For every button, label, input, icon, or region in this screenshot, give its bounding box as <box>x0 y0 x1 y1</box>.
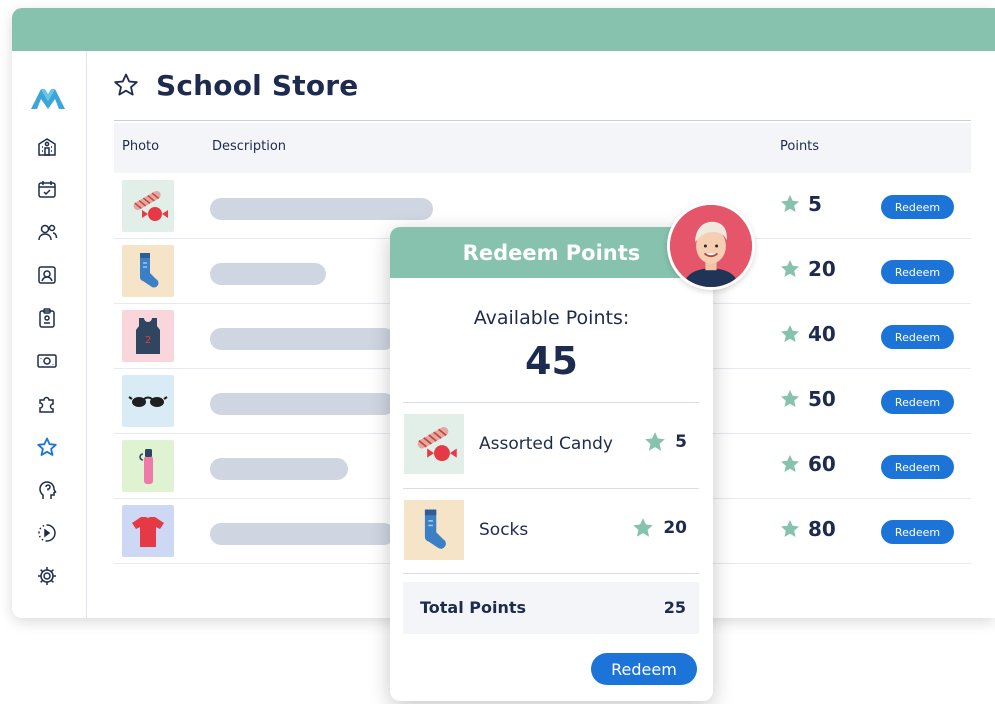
mountain-logo[interactable] <box>30 85 66 111</box>
redeem-button[interactable]: Redeem <box>881 260 954 284</box>
avatar <box>667 202 755 290</box>
progress-icon[interactable] <box>36 522 58 544</box>
star-icon <box>645 432 665 451</box>
sidebar <box>12 51 87 618</box>
gear-icon[interactable] <box>36 565 58 587</box>
star-icon <box>114 73 138 96</box>
users-icon[interactable] <box>36 221 58 243</box>
head-icon[interactable] <box>36 479 58 501</box>
top-bar <box>12 8 995 51</box>
star-icon <box>781 260 799 277</box>
description-placeholder <box>210 523 395 545</box>
candy-photo <box>404 414 464 474</box>
jersey-photo: 2 <box>122 310 174 362</box>
redeem-button[interactable]: Redeem <box>881 325 954 349</box>
item-name: Assorted Candy <box>479 434 613 454</box>
available-points-value: 45 <box>525 339 578 383</box>
modal-title: Redeem Points <box>390 227 713 278</box>
redeem-button[interactable]: Redeem <box>881 195 954 219</box>
calendar-check-icon[interactable] <box>36 178 58 200</box>
item-points: 60 <box>779 452 836 476</box>
item-points: 50 <box>779 387 836 411</box>
star-icon <box>781 390 799 407</box>
description-placeholder <box>210 393 395 415</box>
item-name: Socks <box>479 520 529 540</box>
redeem-button[interactable]: Redeem <box>881 520 954 544</box>
redeem-button[interactable]: Redeem <box>881 390 954 414</box>
id-card-icon[interactable] <box>36 264 58 286</box>
total-points-row: Total Points 25 <box>403 582 699 634</box>
description-placeholder <box>210 458 348 480</box>
table-header: Photo Description Points <box>114 123 971 173</box>
star-icon <box>781 455 799 472</box>
redeem-points-modal: Redeem Points Available Points: 45 Assor… <box>390 227 713 701</box>
column-header-photo: Photo <box>122 139 160 154</box>
column-header-description: Description <box>212 139 287 154</box>
item-points: 5 <box>779 192 822 216</box>
redeem-button[interactable]: Redeem <box>591 653 697 685</box>
total-points-value: 25 <box>663 598 686 617</box>
description-placeholder <box>210 198 433 220</box>
list-item: Socks 20 <box>403 489 699 573</box>
description-placeholder <box>210 263 326 285</box>
description-placeholder <box>210 328 395 350</box>
clipboard-icon[interactable] <box>36 307 58 329</box>
total-points-label: Total Points <box>420 598 527 617</box>
puzzle-icon[interactable] <box>36 393 58 415</box>
water-bottle-photo <box>122 440 174 492</box>
socks-photo <box>122 245 174 297</box>
star-icon[interactable] <box>36 436 58 458</box>
redeem-button[interactable]: Redeem <box>881 455 954 479</box>
star-icon <box>781 195 799 212</box>
sunglasses-photo <box>122 375 174 427</box>
star-icon <box>781 520 799 537</box>
list-item: Assorted Candy 5 <box>403 403 699 487</box>
page-title: School Store <box>156 69 359 102</box>
divider <box>403 573 699 574</box>
column-header-points: Points <box>780 139 820 154</box>
candy-photo <box>122 180 174 232</box>
school-icon[interactable] <box>36 135 58 157</box>
star-icon <box>781 325 799 342</box>
item-points: 5 <box>643 430 687 454</box>
item-points: 40 <box>779 322 836 346</box>
star-icon <box>633 518 654 537</box>
svg-text:2: 2 <box>145 335 151 346</box>
item-points: 20 <box>779 257 836 281</box>
item-points: 20 <box>631 516 687 540</box>
title-divider <box>114 120 971 121</box>
t-shirt-photo <box>122 505 174 557</box>
item-points: 80 <box>779 517 836 541</box>
money-icon[interactable] <box>36 350 58 372</box>
socks-photo <box>404 500 464 560</box>
available-points-label: Available Points: <box>473 307 630 329</box>
